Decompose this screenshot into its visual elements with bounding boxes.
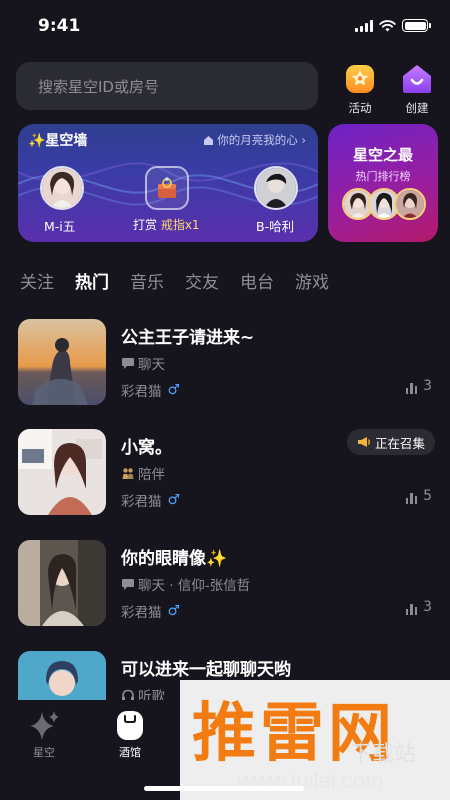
star-best-subtitle: 热门排行榜 (355, 170, 411, 183)
ranking-avatar (394, 188, 426, 220)
bars-icon (405, 492, 418, 504)
recruiting-text: 正在召集 (374, 435, 425, 451)
room-online-count: 3 (405, 378, 432, 394)
recruiting-badge[interactable]: 正在召集 (346, 429, 435, 455)
nav-item-tavern[interactable]: 酒馆 (102, 708, 158, 760)
room-thumbnail (18, 429, 106, 515)
star-best-title: 星空之最 (352, 146, 413, 164)
cellular-signal-icon (355, 19, 373, 32)
room-online-count: 3 (405, 599, 432, 615)
gift-item: 戒指x1 (160, 218, 200, 232)
activity-label: 活动 (348, 101, 372, 115)
status-bar: 9:41 (0, 0, 450, 54)
room-tag: 聊天 · 信仰-张信哲 (121, 574, 250, 594)
search-input[interactable]: 搜索星空ID或房号 (16, 62, 318, 110)
gift-line: 打赏 戒指x1 (133, 216, 200, 233)
gift-prefix: 打赏 (133, 218, 161, 232)
room-host: 彩君猫 ♂ (121, 490, 180, 510)
room-host: 彩君猫 ♂ (121, 601, 180, 621)
create-label: 创建 (405, 101, 429, 115)
nav-label-tavern: 酒馆 (119, 746, 141, 759)
room-thumbnail (18, 540, 106, 626)
star-wall-link[interactable]: 你的月亮我的心 › (203, 132, 306, 148)
chat-bubble-icon (122, 357, 134, 369)
create-button[interactable]: 创建 (394, 62, 440, 116)
house-icon (204, 135, 214, 145)
battery-icon (402, 19, 431, 32)
tab-games[interactable]: 游戏 (295, 268, 329, 293)
count-value: 5 (423, 488, 432, 504)
tab-friends[interactable]: 交友 (185, 268, 219, 293)
watermark-ghost-text: 下载站 (350, 742, 417, 767)
nav-item-stars[interactable]: 星空 (16, 708, 72, 760)
room-title: 可以进来一起聊聊天哟 (121, 660, 291, 680)
male-icon: ♂ (167, 603, 181, 619)
room-host: 彩君猫 ♂ (121, 380, 180, 400)
room-tag: 陪伴 (121, 463, 165, 483)
room-tag: 聊天 (121, 353, 165, 373)
right-user-name: B-哈利 (256, 219, 295, 234)
star-best-card[interactable]: 星空之最 热门排行榜 (328, 124, 438, 242)
room-title: 公主王子请进来~ (121, 328, 255, 348)
room-tag-text: 陪伴 (138, 467, 165, 483)
status-time: 9:41 (38, 16, 81, 36)
wifi-icon (379, 19, 396, 31)
left-user-name: M-i五 (44, 219, 76, 234)
tab-follow[interactable]: 关注 (20, 268, 54, 293)
tavern-icon (117, 711, 143, 740)
room-online-count: 5 (405, 488, 432, 504)
right-user-avatar[interactable] (254, 166, 298, 210)
room-title: 小窝。 (121, 438, 172, 458)
home-plus-icon (403, 65, 431, 93)
sparkle-icon (30, 711, 59, 740)
home-indicator (144, 786, 304, 791)
tab-radio[interactable]: 电台 (240, 268, 274, 293)
host-name: 彩君猫 (121, 605, 162, 621)
star-wall-title: ✨星空墙 (28, 133, 88, 149)
search-placeholder: 搜索星空ID或房号 (38, 77, 159, 96)
room-list-item[interactable]: 你的眼睛像✨ 聊天 · 信仰-张信哲 彩君猫 ♂ 3 (18, 540, 438, 630)
star-badge-icon (346, 65, 374, 93)
ring-gift-icon (145, 166, 189, 210)
room-thumbnail (18, 319, 106, 405)
host-name: 彩君猫 (121, 494, 162, 510)
star-wall-link-text: 你的月亮我的心 › (217, 133, 306, 147)
left-user-avatar[interactable] (40, 166, 84, 210)
bars-icon (405, 603, 418, 615)
male-icon: ♂ (167, 382, 181, 398)
ranking-avatars (342, 188, 426, 220)
tab-music[interactable]: 音乐 (130, 268, 164, 293)
nav-label-stars: 星空 (33, 746, 55, 759)
room-tag-text: 聊天 (138, 357, 165, 373)
count-value: 3 (423, 599, 432, 615)
category-tabs: 关注 热门 音乐 交友 电台 游戏 (20, 268, 350, 293)
activity-button[interactable]: 活动 (337, 62, 383, 116)
megaphone-icon (357, 437, 370, 447)
couple-icon (122, 467, 134, 479)
status-icons (355, 19, 431, 32)
bars-icon (405, 382, 418, 394)
room-list-item[interactable]: 公主王子请进来~ 聊天 彩君猫 ♂ 3 (18, 319, 438, 409)
watermark: 推雷网 下载站 www.tuilei.com (180, 680, 450, 800)
room-list-item[interactable]: 小窝。 正在召集 陪伴 彩君猫 ♂ 5 (18, 429, 438, 519)
tab-hot[interactable]: 热门 (75, 268, 109, 293)
star-wall-card[interactable]: ✨星空墙 你的月亮我的心 › M-i五 打赏 戒指x1 B-哈利 (18, 124, 318, 242)
room-title: 你的眼睛像✨ (121, 549, 228, 569)
chat-bubble-icon (122, 578, 134, 590)
room-tag-text: 聊天 · 信仰-张信哲 (138, 578, 251, 594)
host-name: 彩君猫 (121, 384, 162, 400)
count-value: 3 (423, 378, 432, 394)
male-icon: ♂ (167, 492, 181, 508)
